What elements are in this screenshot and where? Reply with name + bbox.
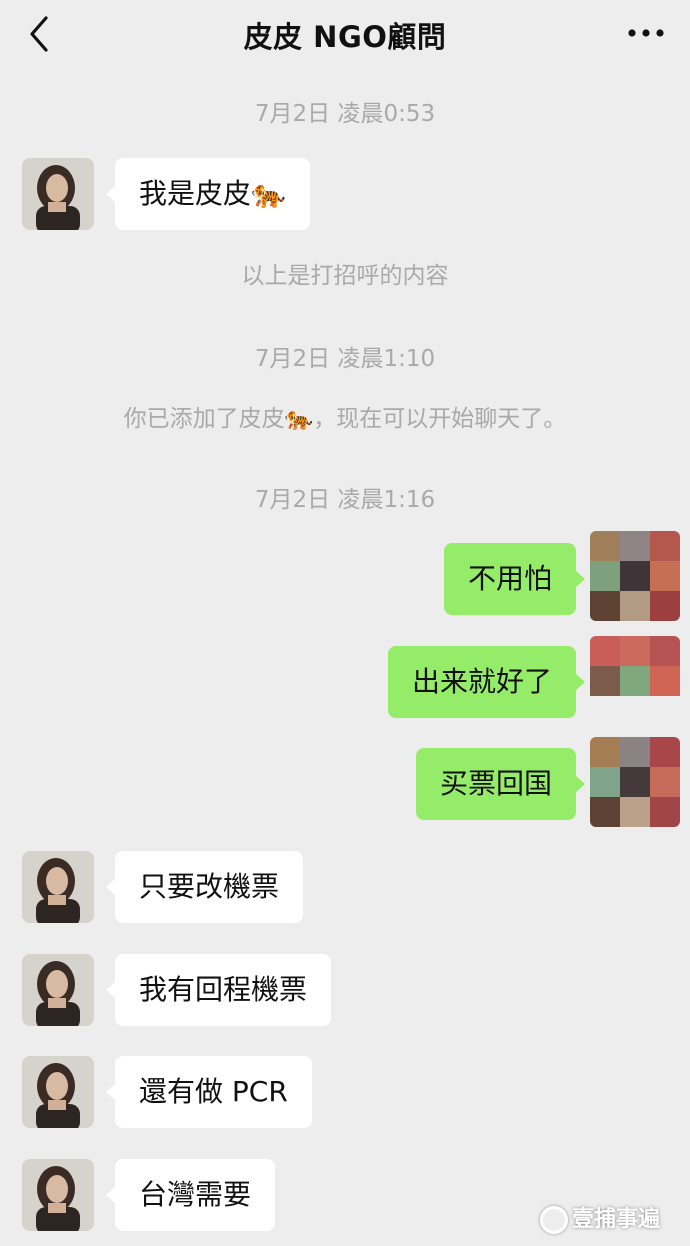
contact-avatar[interactable] bbox=[22, 158, 94, 230]
more-dots-icon bbox=[628, 29, 664, 37]
outgoing-message[interactable]: 出来就好了 bbox=[387, 646, 586, 718]
more-button[interactable] bbox=[624, 18, 668, 48]
chat-title: 皮皮 NGO顧問 bbox=[243, 20, 447, 54]
incoming-message[interactable]: 台灣需要 bbox=[105, 1159, 276, 1231]
outgoing-message[interactable]: 买票回国 bbox=[415, 748, 586, 820]
incoming-message[interactable]: 我是皮皮🐅 bbox=[106, 158, 310, 230]
incoming-message[interactable]: 只要改機票 bbox=[105, 851, 304, 923]
outgoing-message[interactable]: 不用怕 bbox=[443, 543, 586, 615]
message-timestamp: 7月2日 凌晨1:10 bbox=[254, 346, 436, 372]
my-avatar-mosaic[interactable] bbox=[590, 737, 680, 827]
watermark-logo-icon bbox=[540, 1206, 568, 1234]
message-timestamp: 7月2日 凌晨0:53 bbox=[254, 101, 436, 127]
contact-avatar[interactable] bbox=[22, 1056, 94, 1128]
my-avatar-mosaic[interactable] bbox=[590, 636, 680, 726]
incoming-message[interactable]: 我有回程機票 bbox=[105, 954, 332, 1026]
system-notice: 你已添加了皮皮🐅，现在可以开始聊天了。 bbox=[123, 406, 567, 432]
watermark-text: 壹捕事遍 bbox=[572, 1207, 661, 1232]
system-notice: 以上是打招呼的内容 bbox=[241, 263, 449, 289]
my-avatar-mosaic[interactable] bbox=[590, 531, 680, 621]
chat-header: 皮皮 NGO顧問 bbox=[0, 0, 690, 68]
contact-avatar[interactable] bbox=[22, 851, 94, 923]
message-timestamp: 7月2日 凌晨1:16 bbox=[254, 487, 436, 513]
contact-avatar[interactable] bbox=[22, 954, 94, 1026]
contact-avatar[interactable] bbox=[22, 1159, 94, 1231]
incoming-message[interactable]: 還有做 PCR bbox=[106, 1056, 312, 1128]
watermark: 壹捕事遍 bbox=[540, 1200, 680, 1240]
